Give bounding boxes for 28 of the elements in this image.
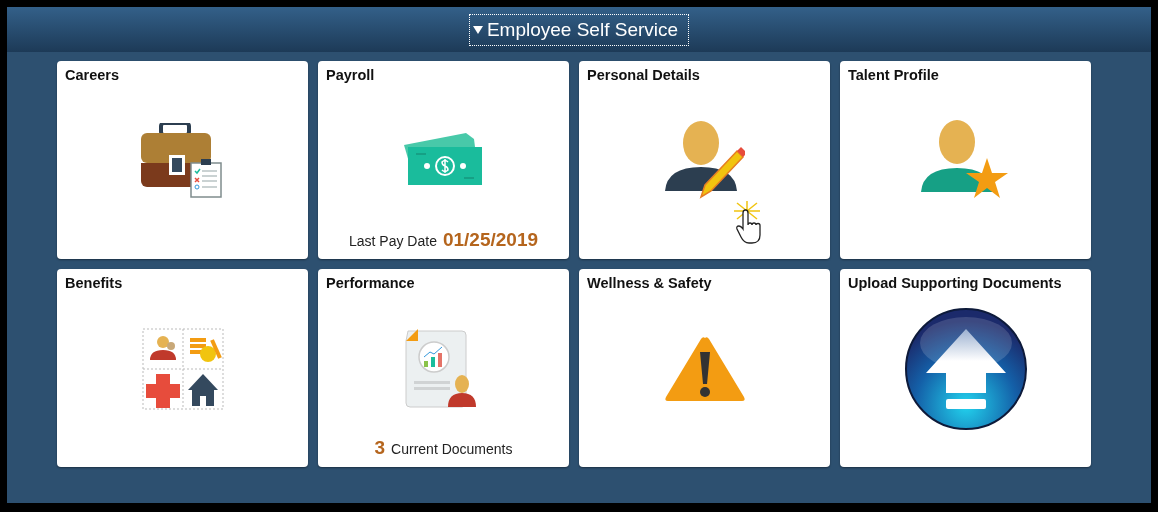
tile[interactable]: Payroll Last Pay Date 01/25/2019 — [318, 61, 569, 259]
tile[interactable]: Personal Details — [579, 61, 830, 259]
tile-title: Upload Supporting Documents — [847, 274, 1063, 291]
briefcase-icon — [140, 123, 225, 199]
upload-icon — [903, 307, 1028, 431]
tile-label: Current Documents — [391, 441, 513, 457]
tile-title: Benefits — [64, 274, 124, 291]
tile[interactable]: Careers — [57, 61, 308, 259]
person-pencil-icon — [664, 121, 745, 201]
warning-icon — [663, 336, 746, 402]
menu-title-dropdown[interactable]: Employee Self Service — [468, 13, 690, 46]
tile-title: Wellness & Safety — [586, 274, 713, 291]
tile[interactable]: Performance 3 Current Documents — [318, 269, 569, 467]
caret-icon — [472, 25, 483, 34]
tile[interactable]: Wellness & Safety — [579, 269, 830, 467]
tile-value: 3 — [374, 437, 386, 459]
tile-title: Talent Profile — [847, 66, 940, 83]
tile-title: Performance — [325, 274, 416, 291]
tile-title: Personal Details — [586, 66, 701, 83]
tile[interactable]: Talent Profile — [840, 61, 1091, 259]
tile-title: Careers — [64, 66, 120, 83]
tile-label: Last Pay Date — [349, 233, 437, 249]
benefits-icon — [141, 328, 224, 410]
tile-title: Payroll — [325, 66, 376, 83]
money-icon — [403, 133, 484, 187]
tile[interactable]: Upload Supporting Documents — [840, 269, 1091, 467]
tile[interactable]: Benefits — [57, 269, 308, 467]
tile-value: 01/25/2019 — [442, 229, 538, 251]
